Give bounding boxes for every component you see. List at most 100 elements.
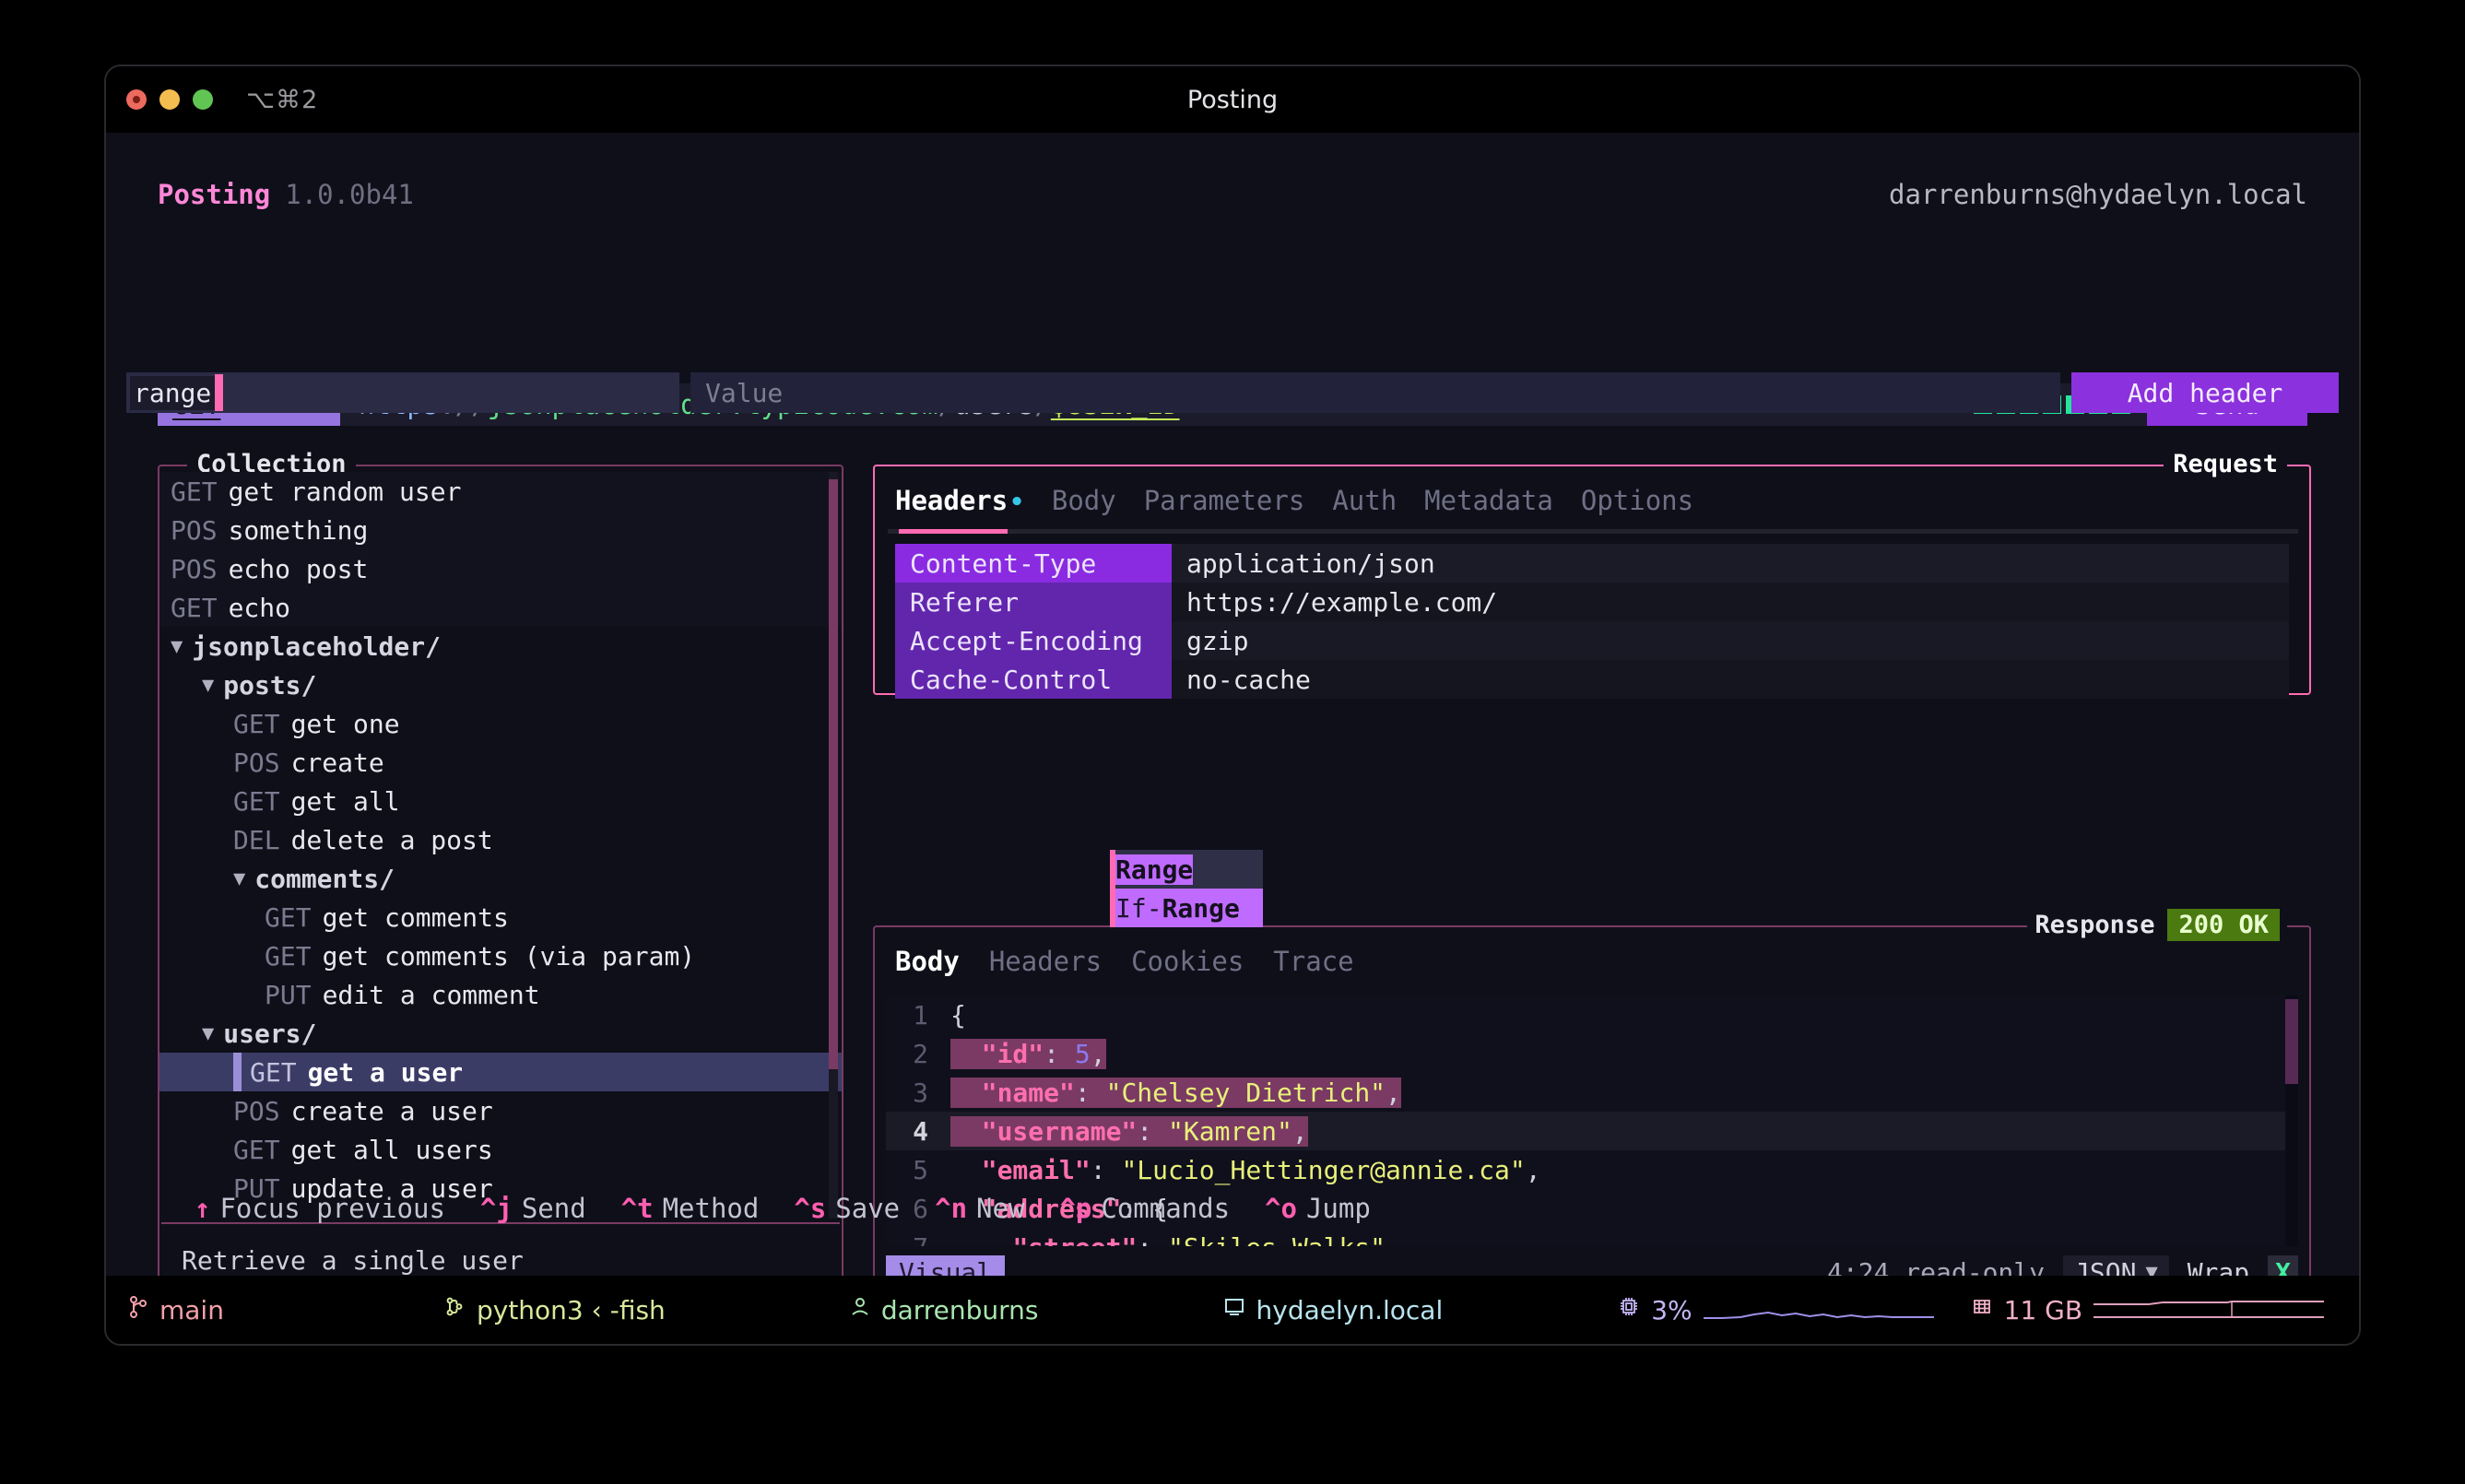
code-line[interactable]: 3 "name": "Chelsey Dietrich",	[886, 1073, 2298, 1112]
code-line[interactable]: 5 "email": "Lucio_Hettinger@annie.ca",	[886, 1150, 2298, 1189]
header-row[interactable]: Refererhttps://example.com/	[895, 583, 2289, 621]
line-number: 2	[886, 1039, 950, 1069]
keybinding-label: Save	[835, 1193, 900, 1224]
collection-item[interactable]: POScreate	[159, 743, 842, 782]
code-line[interactable]: 4 "username": "Kamren",	[886, 1112, 2298, 1150]
text-cursor	[215, 374, 223, 411]
collection-item[interactable]: POSsomething	[159, 511, 842, 549]
tab-label: Parameters	[1144, 485, 1305, 516]
header-value-cell[interactable]: application/json	[1172, 544, 2289, 583]
tab-metadata[interactable]: Metadata	[1424, 485, 1553, 516]
collection-item[interactable]: ▼posts/	[159, 665, 842, 704]
code-line[interactable]: 2 "id": 5,	[886, 1034, 2298, 1073]
chevron-down-icon[interactable]: ▼	[202, 1022, 214, 1045]
collection-tree[interactable]: GETget random userPOSsomethingPOSecho po…	[159, 466, 842, 1222]
chevron-down-icon[interactable]: ▼	[233, 867, 245, 890]
collection-scrollbar-thumb[interactable]	[829, 479, 838, 1069]
header-row[interactable]: Content-Typeapplication/json	[895, 544, 2289, 583]
collection-item[interactable]: ▼comments/	[159, 859, 842, 898]
host-item: hydaelyn.local	[1223, 1295, 1444, 1325]
keybinding[interactable]: ^tMethod	[621, 1193, 760, 1224]
collection-item[interactable]: GETget random user	[159, 472, 842, 511]
collection-item[interactable]: GETget all users	[159, 1130, 842, 1169]
monitor-icon	[1223, 1295, 1245, 1325]
tab-options[interactable]: Options	[1581, 485, 1693, 516]
request-method-label: GET	[171, 593, 218, 623]
line-number: 1	[886, 1000, 950, 1031]
keybinding-key: ^n	[935, 1193, 967, 1224]
header-key-cell[interactable]: Accept-Encoding	[895, 621, 1172, 660]
minimize-button[interactable]	[159, 89, 180, 110]
collection-item[interactable]: POScreate a user	[159, 1091, 842, 1130]
keybinding[interactable]: ^nNew	[935, 1193, 1024, 1224]
collection-item[interactable]: GETget all	[159, 782, 842, 820]
collection-item[interactable]: GETget comments (via param)	[159, 936, 842, 975]
request-name-label: get all	[291, 786, 400, 817]
response-scrollbar-thumb[interactable]	[2285, 999, 2298, 1084]
request-method-label: GET	[265, 941, 312, 972]
collection-item[interactable]: POSecho post	[159, 549, 842, 588]
keybinding[interactable]: ^sSave	[794, 1193, 900, 1224]
tab-body[interactable]: Body	[1052, 485, 1116, 516]
header-key-cell[interactable]: Cache-Control	[895, 660, 1172, 699]
request-description: Retrieve a single user	[182, 1245, 524, 1276]
zoom-button[interactable]	[193, 89, 213, 110]
collection-item-selected[interactable]: GETget a user	[159, 1053, 842, 1091]
collection-item[interactable]: GETecho	[159, 588, 842, 627]
collection-item[interactable]: PUTedit a comment	[159, 975, 842, 1014]
collection-item[interactable]: ▼jsonplaceholder/	[159, 627, 842, 665]
collection-item[interactable]: GETget one	[159, 704, 842, 743]
keybinding-key: ^p	[1059, 1193, 1091, 1224]
response-tab-trace[interactable]: Trace	[1273, 946, 1353, 977]
request-panel: Request Headers•BodyParametersAuthMetada…	[873, 465, 2311, 695]
cpu-icon	[1618, 1295, 1640, 1325]
tab-parameters[interactable]: Parameters	[1144, 485, 1305, 516]
terminal-window: ⌥⌘2 Posting Posting 1.0.0b41 darrenburns…	[104, 65, 2361, 1346]
response-tab-headers[interactable]: Headers	[989, 946, 1102, 977]
add-header-button[interactable]: Add header	[2071, 372, 2339, 413]
selection-indicator	[233, 1053, 242, 1091]
header-value-cell[interactable]: https://example.com/	[1172, 583, 2289, 621]
chevron-down-icon[interactable]: ▼	[202, 674, 214, 697]
tab-auth[interactable]: Auth	[1332, 485, 1397, 516]
header-key-input[interactable]: range	[126, 372, 679, 413]
request-method-label: GET	[233, 1135, 280, 1165]
keybinding-label: Jump	[1306, 1193, 1371, 1224]
chevron-down-icon[interactable]: ▼	[171, 635, 183, 658]
memory-label: 11 GB	[2004, 1295, 2082, 1325]
header-value-cell[interactable]: no-cache	[1172, 660, 2289, 699]
line-number: 5	[886, 1155, 950, 1185]
autocomplete-option[interactable]: If-Range	[1115, 889, 1263, 927]
collection-item[interactable]: GETget comments	[159, 898, 842, 936]
header-value-input[interactable]: Value	[690, 372, 2060, 413]
response-tab-cookies[interactable]: Cookies	[1131, 946, 1244, 977]
request-name-label: create	[291, 748, 384, 778]
header-key-cell[interactable]: Content-Type	[895, 544, 1172, 583]
response-tab-body[interactable]: Body	[895, 946, 960, 977]
header-key-cell[interactable]: Referer	[895, 583, 1172, 621]
request-headers-table[interactable]: Content-Typeapplication/jsonRefererhttps…	[895, 544, 2289, 699]
window-titlebar: ⌥⌘2 Posting	[106, 66, 2359, 133]
autocomplete-option[interactable]: Range	[1115, 850, 1263, 889]
keybinding[interactable]: ^pCommands	[1059, 1193, 1230, 1224]
code-line[interactable]: 1{	[886, 995, 2298, 1034]
header-autocomplete-dropdown[interactable]: RangeIf-Range	[1115, 850, 1263, 927]
collection-item[interactable]: DELdelete a post	[159, 820, 842, 859]
response-tabs[interactable]: Body Headers Cookies Trace	[895, 946, 1354, 977]
header-row[interactable]: Cache-Controlno-cache	[895, 660, 2289, 699]
keybinding[interactable]: ^jSend	[480, 1193, 586, 1224]
header-value-cell[interactable]: gzip	[1172, 621, 2289, 660]
tab-headers[interactable]: Headers•	[895, 485, 1024, 516]
code-line[interactable]: 7 "street": "Skiles Walks",	[886, 1228, 2298, 1246]
request-name-label: get comments	[323, 902, 509, 933]
keybinding[interactable]: ↑Focus previous	[195, 1193, 445, 1224]
code-line-content: "email": "Lucio_Hettinger@annie.ca",	[950, 1155, 1541, 1185]
request-tabs[interactable]: Headers• Body Parameters Auth Metadata Option…	[895, 485, 1693, 516]
app-version: 1.0.0b41	[285, 179, 414, 210]
keybinding[interactable]: ^oJump	[1265, 1193, 1371, 1224]
collection-item[interactable]: ▼users/	[159, 1014, 842, 1053]
app-brand: Posting	[158, 179, 270, 210]
close-button[interactable]	[126, 89, 147, 110]
cpu-sparkline	[1704, 1298, 1934, 1322]
header-row[interactable]: Accept-Encodinggzip	[895, 621, 2289, 660]
